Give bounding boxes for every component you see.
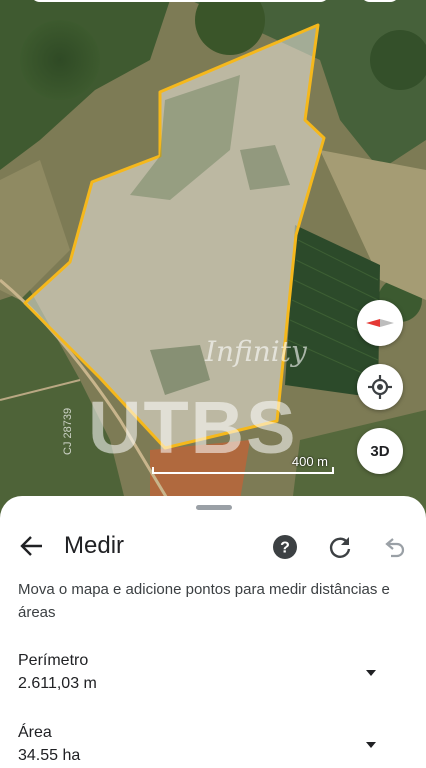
sheet-drag-handle[interactable] bbox=[196, 505, 232, 510]
page-title: Medir bbox=[64, 532, 125, 559]
svg-text:?: ? bbox=[280, 540, 290, 557]
3d-toggle-button[interactable]: 3D bbox=[357, 428, 403, 474]
instructions-text: Mova o mapa e adicione pontos para medir… bbox=[18, 581, 390, 621]
area-label: Área bbox=[18, 724, 52, 741]
area-value: 34.55 ha bbox=[18, 747, 81, 764]
perimeter-row[interactable]: Perímetro 2.611,03 m bbox=[0, 652, 426, 698]
undo-button[interactable] bbox=[381, 534, 407, 560]
undo-icon bbox=[385, 538, 405, 558]
perimeter-value: 2.611,03 m bbox=[18, 675, 97, 692]
help-icon: ? bbox=[273, 535, 297, 559]
my-location-icon bbox=[368, 375, 392, 399]
scale-bar bbox=[152, 467, 334, 474]
refresh-icon bbox=[329, 537, 351, 558]
caret-down-icon[interactable] bbox=[364, 666, 378, 680]
perimeter-label: Perímetro bbox=[18, 652, 89, 669]
help-button[interactable]: ? bbox=[272, 534, 298, 560]
satellite-map[interactable]: Infinity UTBS CJ 28739 400 m 3D bbox=[0, 0, 426, 520]
compass-icon bbox=[366, 319, 394, 327]
arrow-back-icon bbox=[20, 536, 42, 556]
caret-down-icon[interactable] bbox=[364, 738, 378, 752]
area-row[interactable]: Área 34.55 ha bbox=[0, 724, 426, 768]
measure-bottom-sheet: Medir ? Mova o mapa e adicione pontos pa… bbox=[0, 496, 426, 768]
measure-toolbar: Medir ? bbox=[0, 526, 426, 566]
my-location-button[interactable] bbox=[357, 364, 403, 410]
refresh-button[interactable] bbox=[327, 534, 353, 560]
map-scale: 400 m bbox=[152, 452, 334, 476]
search-bar-edge[interactable] bbox=[30, 0, 330, 2]
compass-button[interactable] bbox=[357, 300, 403, 346]
back-button[interactable] bbox=[18, 532, 46, 560]
